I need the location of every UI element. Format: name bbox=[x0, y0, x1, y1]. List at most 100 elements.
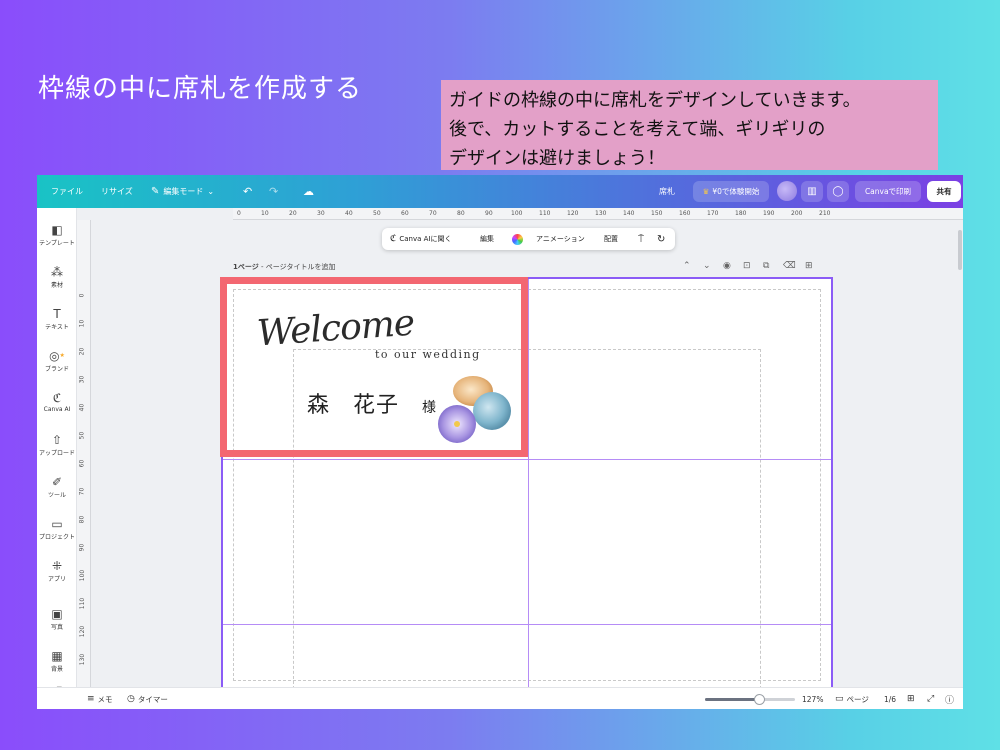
vertical-scrollbar[interactable] bbox=[958, 230, 962, 270]
chevron-down-icon: ⌄ bbox=[207, 187, 215, 196]
elements-icon: ⁂ bbox=[51, 265, 63, 279]
page-title-input[interactable]: ページタイトルを追加 bbox=[266, 263, 336, 271]
sidebar-item-apps[interactable]: ⁜ アプリ bbox=[37, 558, 77, 583]
ruler-tick: 60 bbox=[401, 210, 409, 217]
slide-title: 枠線の中に席札を作成する bbox=[38, 74, 363, 104]
pages-button[interactable]: ▭ ページ bbox=[835, 688, 869, 709]
ruler-tick: 130 bbox=[79, 653, 87, 666]
pencil-icon: ✎ bbox=[151, 186, 160, 197]
ruler-tick: 50 bbox=[78, 431, 86, 440]
template-icon: ◧ bbox=[51, 223, 63, 237]
ruler-tick: 210 bbox=[819, 210, 831, 217]
ruler-tick: 140 bbox=[623, 210, 635, 217]
color-wheel-icon[interactable] bbox=[512, 228, 523, 250]
sidebar-item-tools[interactable]: ✐ ツール bbox=[37, 474, 77, 499]
timer-label: タイマー bbox=[137, 694, 168, 704]
undo-icon[interactable]: ↶ bbox=[243, 175, 252, 208]
trash-icon[interactable]: ⌫ bbox=[783, 261, 796, 271]
lock-icon[interactable]: ⊡ bbox=[743, 261, 751, 271]
context-toolbar: ℭ Canva AIに聞く 編集 アニメーション 配置 ⍑ ↻ bbox=[382, 228, 675, 250]
notes-label: メモ bbox=[97, 694, 113, 704]
sidebar-item-photos[interactable]: ▣ 写真 bbox=[37, 606, 77, 631]
ruler-tick: 20 bbox=[289, 210, 297, 217]
apps-icon: ⁜ bbox=[51, 559, 63, 573]
canva-ai-button[interactable]: ℭ Canva AIに聞く bbox=[390, 228, 451, 250]
timer-button[interactable]: ◷ タイマー bbox=[127, 688, 168, 709]
help-icon[interactable]: ⓘ bbox=[945, 688, 954, 709]
ruler-tick: 190 bbox=[763, 210, 775, 217]
timer-icon: ◷ bbox=[127, 694, 135, 704]
ruler-tick: 130 bbox=[595, 210, 607, 217]
page-header[interactable]: 1ページ - ページタイトルを追加 bbox=[233, 262, 335, 272]
ruler-tick: 20 bbox=[78, 347, 86, 356]
file-menu[interactable]: ファイル bbox=[51, 175, 83, 208]
sidebar-item-brand[interactable]: ◎★ ブランド bbox=[37, 348, 77, 373]
sidebar-item-label: 背景 bbox=[50, 666, 63, 673]
ruler-tick: 150 bbox=[651, 210, 663, 217]
sidebar-item-label: プロジェクト bbox=[38, 534, 75, 541]
comment-icon[interactable]: ◯ bbox=[827, 181, 849, 202]
ruler-tick: 180 bbox=[735, 210, 747, 217]
zoom-slider[interactable] bbox=[705, 694, 795, 705]
chevron-up-icon[interactable]: ⌃ bbox=[683, 261, 691, 271]
sidebar-item-text[interactable]: T テキスト bbox=[37, 306, 77, 331]
avatar[interactable] bbox=[777, 181, 797, 201]
canva-ai-label: Canva AIに聞く bbox=[399, 235, 452, 243]
resize-menu[interactable]: リサイズ bbox=[101, 175, 133, 208]
crown-icon: ♛ bbox=[702, 187, 710, 196]
free-trial-button[interactable]: ♛ ¥0で体験開始 bbox=[693, 181, 769, 202]
ruler-tick: 80 bbox=[78, 515, 86, 524]
page-number-label: 1ページ bbox=[233, 263, 259, 271]
ruler-tick: 110 bbox=[539, 210, 551, 217]
horizontal-ruler: 0 10 20 30 40 50 60 70 80 90 100 110 120… bbox=[233, 208, 963, 220]
grid-view-icon[interactable]: ⊞ bbox=[907, 688, 915, 709]
sidebar-item-projects[interactable]: ▭ プロジェクト bbox=[37, 516, 77, 541]
magic-refresh-icon[interactable]: ↻ bbox=[657, 228, 665, 250]
sidebar-item-label: ブランド bbox=[44, 366, 69, 373]
document-title[interactable]: 席札 bbox=[659, 175, 675, 208]
ruler-tick: 0 bbox=[237, 210, 241, 217]
add-page-icon[interactable]: ⊞ bbox=[805, 261, 813, 271]
eye-icon[interactable]: ◉ bbox=[723, 261, 731, 271]
zoom-slider-handle[interactable] bbox=[754, 694, 765, 705]
sidebar-item-label: 素材 bbox=[50, 282, 63, 289]
animation-button[interactable]: アニメーション bbox=[536, 228, 585, 250]
share-button[interactable]: 共有 bbox=[927, 181, 961, 202]
sidebar-item-label: テキスト bbox=[45, 324, 69, 331]
ruler-tick: 110 bbox=[79, 597, 87, 610]
paint-roller-icon[interactable]: ⍑ bbox=[638, 228, 644, 250]
ruler-tick: 70 bbox=[78, 487, 86, 496]
notes-button[interactable]: ≡ メモ bbox=[87, 688, 113, 709]
sidebar-item-uploads[interactable]: ⇧ アップロード bbox=[37, 432, 77, 457]
sidebar-item-templates[interactable]: ◧ テンプレート bbox=[37, 222, 77, 247]
ruler-tick: 90 bbox=[485, 210, 493, 217]
vertical-ruler: 0 10 20 30 40 50 60 70 80 90 100 110 120… bbox=[77, 220, 91, 690]
zoom-level[interactable]: 127% bbox=[802, 688, 823, 709]
canva-editor-window: ファイル リサイズ ✎ 編集モード ⌄ ↶ ↷ ☁ 席札 ♛ ¥0で体験開始 ▥… bbox=[37, 175, 963, 709]
cut-guide-horizontal bbox=[223, 459, 831, 460]
ruler-tick: 40 bbox=[78, 403, 86, 412]
cloud-save-icon[interactable]: ☁ bbox=[303, 175, 314, 208]
duplicate-icon[interactable]: ⧉ bbox=[763, 261, 769, 271]
ruler-tick: 70 bbox=[429, 210, 437, 217]
sidebar-item-label: テンプレート bbox=[39, 240, 75, 247]
fullscreen-icon[interactable]: ⤢ bbox=[927, 688, 934, 709]
ruler-tick: 60 bbox=[78, 459, 86, 468]
edit-mode-menu[interactable]: ✎ 編集モード ⌄ bbox=[151, 175, 214, 208]
chevron-down-icon[interactable]: ⌄ bbox=[703, 261, 711, 271]
ruler-tick: 10 bbox=[261, 210, 269, 217]
insights-chart-icon[interactable]: ▥ bbox=[801, 181, 823, 202]
print-button[interactable]: Canvaで印刷 bbox=[855, 181, 921, 202]
top-toolbar: ファイル リサイズ ✎ 編集モード ⌄ ↶ ↷ ☁ 席札 ♛ ¥0で体験開始 ▥… bbox=[37, 175, 963, 208]
ruler-tick: 40 bbox=[345, 210, 353, 217]
tools-icon: ✐ bbox=[51, 475, 63, 489]
edit-button[interactable]: 編集 bbox=[480, 228, 494, 250]
sidebar-item-canva-ai[interactable]: ℭ Canva AI bbox=[37, 390, 77, 413]
pages-label: ページ bbox=[846, 694, 869, 704]
sidebar-item-elements[interactable]: ⁂ 素材 bbox=[37, 264, 77, 289]
redo-icon[interactable]: ↷ bbox=[269, 175, 278, 208]
arrange-button[interactable]: 配置 bbox=[604, 228, 618, 250]
ruler-tick: 120 bbox=[79, 625, 87, 638]
sidebar-item-label: アプリ bbox=[47, 576, 66, 583]
sidebar-item-background[interactable]: ▦ 背景 bbox=[37, 648, 77, 673]
